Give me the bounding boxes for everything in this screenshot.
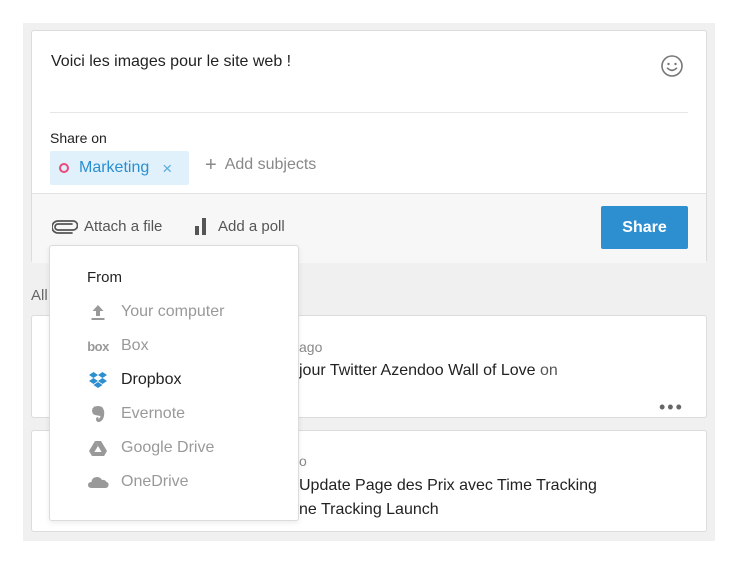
divider	[50, 112, 688, 113]
attach-source-menu: From Your computer box Box Dropbox Evern…	[49, 245, 299, 521]
remove-subject-icon[interactable]: ×	[162, 160, 172, 177]
menu-item-label: OneDrive	[121, 473, 189, 490]
menu-item-your-computer[interactable]: Your computer	[86, 300, 286, 324]
post-title-suffix: on	[535, 362, 558, 379]
post-subtitle: ne Tracking Launch	[299, 501, 439, 518]
menu-title: From	[87, 269, 122, 286]
add-subjects-label: Add subjects	[224, 156, 317, 173]
post-composer: Voici les images pour le site web ! Shar…	[31, 30, 707, 263]
onedrive-icon	[86, 472, 110, 492]
post-timestamp: ago	[299, 339, 323, 355]
menu-item-box[interactable]: box Box	[86, 334, 286, 358]
subject-chip-label: Marketing	[79, 159, 150, 176]
attach-file-label: Attach a file	[84, 218, 163, 235]
message-input[interactable]: Voici les images pour le site web !	[51, 53, 291, 71]
subject-dot-icon	[59, 163, 69, 173]
poll-chart-icon	[195, 218, 206, 235]
add-poll-label: Add a poll	[218, 218, 285, 235]
menu-item-google-drive[interactable]: Google Drive	[86, 436, 286, 460]
google-drive-icon	[86, 438, 110, 458]
menu-item-label: Box	[121, 337, 149, 354]
share-button[interactable]: Share	[601, 206, 688, 249]
menu-item-dropbox[interactable]: Dropbox	[86, 368, 286, 392]
menu-item-onedrive[interactable]: OneDrive	[86, 470, 286, 494]
menu-item-label: Dropbox	[121, 371, 182, 388]
menu-item-label: Your computer	[121, 303, 225, 320]
emoji-icon[interactable]	[660, 54, 684, 78]
more-options-icon[interactable]: •••	[659, 398, 684, 416]
paperclip-icon	[52, 219, 78, 234]
menu-item-label: Evernote	[121, 405, 186, 422]
post-title[interactable]: Update Page des Prix avec Time Tracking	[299, 477, 597, 495]
post-timestamp: o	[299, 453, 307, 469]
post-title[interactable]: jour Twitter Azendoo Wall of Love on	[299, 362, 558, 380]
plus-icon: +	[205, 154, 217, 176]
upload-icon	[86, 302, 110, 322]
post-title-text[interactable]: jour Twitter Azendoo Wall of Love	[299, 362, 536, 379]
feed-section-label: All	[31, 287, 48, 304]
evernote-icon	[86, 404, 110, 424]
share-on-label: Share on	[50, 130, 107, 146]
subject-chip-marketing[interactable]: Marketing ×	[50, 151, 189, 185]
box-icon: box	[87, 338, 109, 354]
add-poll-button[interactable]: Add a poll	[195, 218, 285, 235]
menu-item-label: Google Drive	[121, 439, 215, 456]
add-subjects-button[interactable]: + Add subjects	[205, 155, 316, 175]
menu-item-evernote[interactable]: Evernote	[86, 402, 286, 426]
attach-file-button[interactable]: Attach a file	[52, 218, 162, 235]
dropbox-icon	[86, 370, 110, 390]
